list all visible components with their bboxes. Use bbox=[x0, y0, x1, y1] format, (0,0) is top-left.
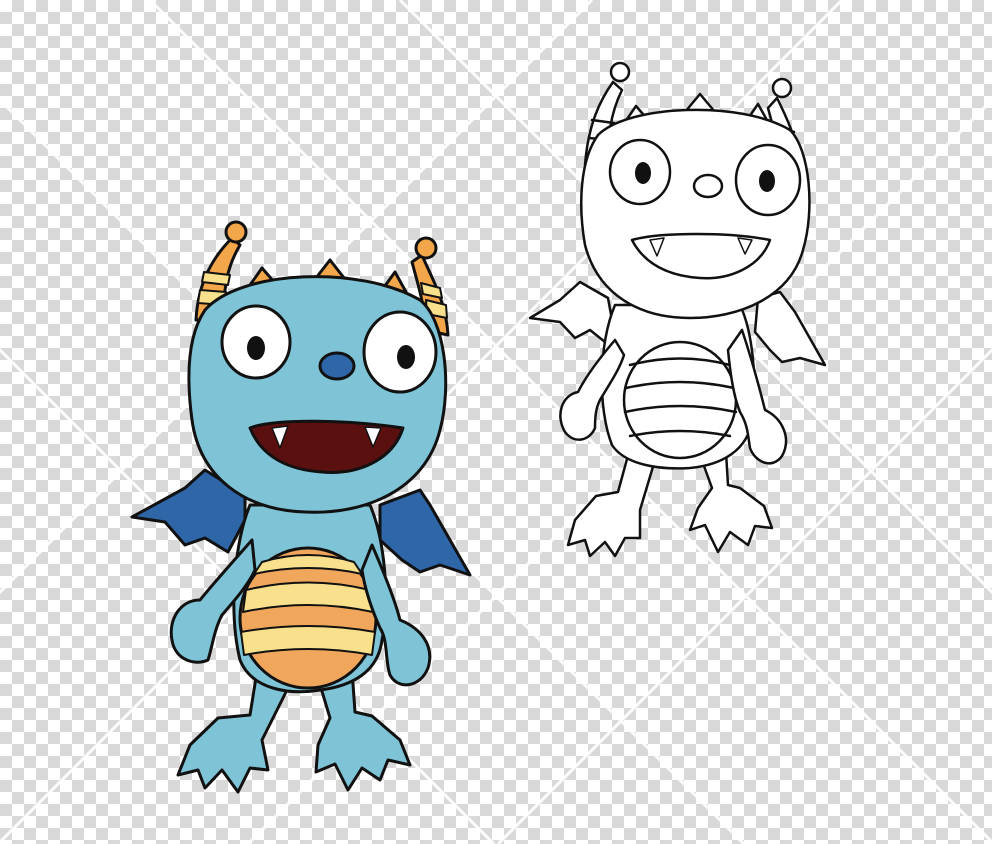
right-eye bbox=[734, 143, 802, 217]
nose bbox=[318, 351, 356, 381]
right-wing bbox=[753, 290, 827, 367]
left-eye bbox=[220, 304, 292, 380]
monster-colored bbox=[130, 220, 472, 794]
left-wing bbox=[528, 280, 614, 344]
right-wing bbox=[378, 488, 472, 577]
right-eye bbox=[362, 310, 438, 394]
left-eye bbox=[608, 138, 672, 206]
monster-outline bbox=[528, 61, 827, 558]
belly bbox=[622, 340, 738, 460]
nose bbox=[692, 173, 724, 199]
artwork bbox=[130, 61, 827, 794]
belly bbox=[238, 546, 378, 690]
